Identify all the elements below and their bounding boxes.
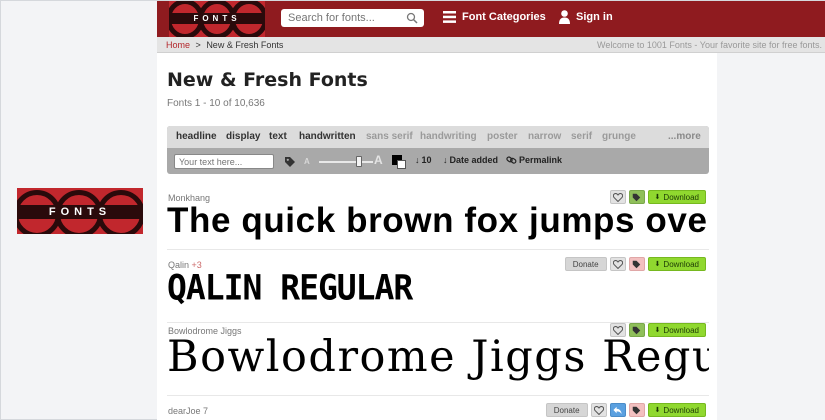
size-large-label: A [374, 153, 383, 167]
font-name[interactable]: dearJoe 7 [168, 406, 208, 416]
breadcrumb-current: New & Fresh Fonts [206, 40, 284, 50]
font-row-dearjoe-7: dearJoe 7 Donate ⬇ Download [167, 403, 709, 420]
font-categories-link[interactable]: Font Categories [443, 11, 546, 23]
per-page-value: 10 [421, 155, 432, 165]
search-box [281, 9, 424, 27]
side-logo-text: FONTS [48, 206, 112, 218]
size-slider-handle[interactable] [356, 156, 362, 167]
filter-panel: headline display text handwritten sans s… [167, 126, 709, 174]
preview-text-input[interactable] [174, 154, 274, 169]
page: FONTS Font Categories Sign in [157, 1, 825, 420]
download-arrow-icon: ⬇ [654, 407, 661, 414]
permalink-label: Permalink [519, 155, 563, 165]
font-actions: Donate ⬇ Download [545, 403, 706, 417]
size-slider-track[interactable] [319, 161, 373, 163]
tag-button[interactable] [628, 403, 645, 417]
category-text[interactable]: text [269, 131, 287, 142]
main-content: New & Fresh Fonts Fonts 1 - 10 of 10,636… [157, 53, 717, 420]
category-display[interactable]: display [226, 131, 260, 142]
font-preview[interactable]: QALIN REGULAR [167, 267, 709, 308]
category-headline[interactable]: headline [176, 131, 217, 142]
share-button[interactable] [609, 403, 626, 417]
sort-arrow-icon: ↓ [415, 155, 420, 165]
download-button[interactable]: ⬇ Download [647, 403, 706, 417]
font-row-qalin: Qalin +3 Donate ⬇ Download QALIN REGULAR [167, 257, 709, 323]
more-categories-link[interactable]: ...more [668, 131, 701, 142]
font-row-bowlodrome-jiggs: Bowlodrome Jiggs ⬇ Download Bowlodrome J… [167, 323, 709, 396]
font-row-monkhang: Monkhang ⬇ Download The quick brown fox … [167, 190, 709, 250]
topbar: FONTS Font Categories Sign in [157, 1, 825, 37]
font-preview[interactable]: The quick brown fox jumps over [167, 201, 709, 241]
permalink-control[interactable]: Permalink [506, 155, 562, 165]
favorite-button[interactable] [590, 403, 607, 417]
logo-text: FONTS [193, 14, 241, 23]
search-icon[interactable] [406, 12, 418, 24]
heart-icon [593, 405, 604, 415]
page-title: New & Fresh Fonts [167, 69, 368, 91]
font-count: Fonts 1 - 10 of 10,636 [167, 98, 265, 109]
breadcrumb-home[interactable]: Home [166, 40, 190, 50]
tag-icon [632, 406, 641, 414]
category-handwritten[interactable]: handwritten [299, 131, 356, 142]
welcome-text: Welcome to 1001 Fonts - Your favorite si… [597, 40, 822, 50]
side-logo: FONTS [17, 188, 143, 234]
category-poster[interactable]: poster [487, 131, 518, 142]
signin-label: Sign in [576, 11, 613, 23]
font-preview[interactable]: Bowlodrome Jiggs Regular [167, 332, 709, 382]
category-handwriting[interactable]: handwriting [420, 131, 477, 142]
breadcrumb-bar: Home > New & Fresh Fonts Welcome to 1001… [157, 37, 825, 53]
sort-down-icon: ↓ [443, 155, 448, 165]
download-label: Download [663, 405, 699, 415]
menu-icon [443, 11, 456, 23]
site-logo[interactable]: FONTS [169, 1, 265, 37]
category-grunge[interactable]: grunge [602, 131, 636, 142]
right-gutter [717, 53, 825, 420]
font-categories-label: Font Categories [462, 11, 546, 23]
size-small-label: A [304, 157, 310, 166]
user-icon [559, 10, 570, 24]
sort-control[interactable]: ↓ Date added [443, 155, 498, 165]
reply-arrow-icon [613, 406, 622, 414]
donate-button[interactable]: Donate [545, 403, 588, 417]
category-serif[interactable]: serif [571, 131, 592, 142]
color-swatch-white[interactable] [397, 160, 406, 169]
signin-link[interactable]: Sign in [559, 10, 613, 24]
sort-label: Date added [449, 155, 499, 165]
per-page-control[interactable]: ↓ 10 [415, 155, 432, 165]
breadcrumb: Home > New & Fresh Fonts [166, 40, 283, 50]
download-arrow-icon: ⬇ [654, 194, 661, 201]
category-sans-serif[interactable]: sans serif [366, 131, 413, 142]
search-input[interactable] [288, 11, 398, 25]
breadcrumb-separator: > [195, 40, 201, 50]
tag-icon[interactable] [284, 156, 296, 168]
category-bar: headline display text handwritten sans s… [167, 126, 709, 148]
category-narrow[interactable]: narrow [528, 131, 561, 142]
link-icon [506, 156, 517, 164]
